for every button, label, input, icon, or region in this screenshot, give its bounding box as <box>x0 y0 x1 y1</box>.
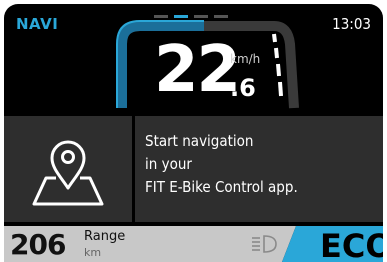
page-indicator <box>154 15 228 18</box>
map-tile <box>4 116 132 222</box>
clock: 13:03 <box>332 15 371 33</box>
page-dot <box>194 15 208 18</box>
mode-label: NAVI <box>16 15 59 33</box>
message-line: in your <box>145 155 192 173</box>
status-bar: 206 Range km ECO <box>4 226 383 262</box>
range-unit: km <box>84 246 102 259</box>
speed-gauge-ticks <box>272 33 283 97</box>
navigation-panel: Start navigation in your FIT E-Bike Cont… <box>4 116 383 222</box>
page-dot <box>174 15 188 18</box>
assist-mode: ECO <box>320 227 383 262</box>
speed-decimal: .6 <box>230 74 256 102</box>
message-line: Start navigation <box>145 132 254 150</box>
speed-value: 22 <box>154 33 241 107</box>
map-pin-icon <box>32 140 104 206</box>
range-label: Range <box>84 229 126 244</box>
range-tile: 206 Range km <box>4 226 236 262</box>
page-dot <box>154 15 168 18</box>
page-dot <box>214 15 228 18</box>
navigation-message: Start navigation in your FIT E-Bike Cont… <box>145 130 298 199</box>
speed-unit: km/h <box>230 52 261 66</box>
message-tile: Start navigation in your FIT E-Bike Cont… <box>135 116 383 222</box>
ebike-display: NAVI 13:03 22 km/h .6 Start navigation i… <box>4 4 383 262</box>
message-line: FIT E-Bike Control app. <box>145 178 298 196</box>
range-value: 206 <box>10 228 66 261</box>
